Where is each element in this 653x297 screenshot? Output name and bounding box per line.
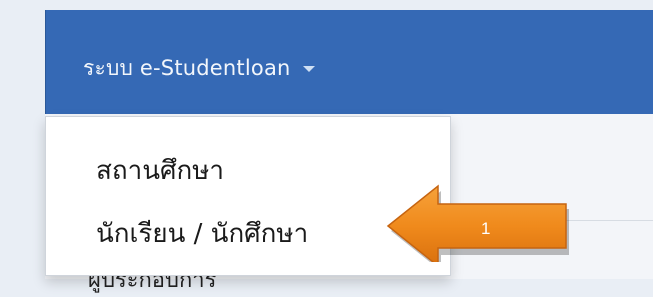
system-menu-toggle[interactable]: ระบบ e-Studentloan bbox=[83, 48, 315, 88]
menu-item-student[interactable]: นักเรียน / นักศึกษา bbox=[96, 213, 308, 254]
top-navbar: ระบบ e-Studentloan bbox=[45, 10, 653, 114]
step-number: 1 bbox=[481, 219, 491, 238]
menu-item-institution[interactable]: สถานศึกษา bbox=[96, 150, 224, 191]
step-callout-arrow: 1 bbox=[380, 182, 600, 262]
caret-down-icon bbox=[302, 66, 315, 72]
system-menu-label: ระบบ e-Studentloan bbox=[83, 55, 291, 80]
